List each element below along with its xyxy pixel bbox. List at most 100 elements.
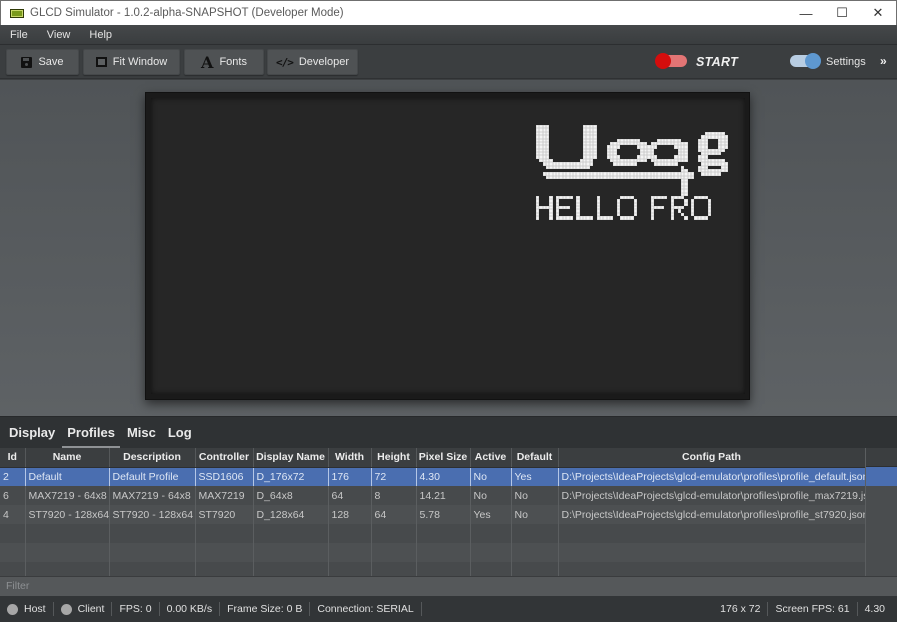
fit-window-button[interactable]: Fit Window bbox=[83, 49, 180, 75]
lcd-pixel bbox=[704, 216, 708, 220]
table-cell: 4 bbox=[0, 505, 26, 524]
settings-toggle[interactable] bbox=[790, 53, 821, 69]
table-cell bbox=[195, 524, 254, 543]
table-cell: No bbox=[470, 467, 512, 486]
column-header[interactable]: Description bbox=[109, 448, 196, 468]
developer-label: Developer bbox=[298, 56, 349, 68]
minimize-button[interactable]: — bbox=[788, 1, 824, 25]
display-area bbox=[0, 80, 897, 416]
table-cell: MAX7219 - 64x8 bbox=[109, 486, 196, 505]
resolution-status: 176 x 72 bbox=[713, 602, 769, 616]
column-header[interactable]: Display Name bbox=[253, 448, 329, 468]
lcd-pixel bbox=[674, 162, 678, 166]
lcd-pixel bbox=[650, 216, 654, 220]
column-header[interactable]: Config Path bbox=[558, 448, 866, 468]
lcd-pixel bbox=[707, 212, 712, 217]
bottom-tabs: Display Profiles Misc Log bbox=[0, 416, 897, 448]
close-button[interactable]: ✕ bbox=[860, 1, 896, 25]
column-header[interactable]: Name bbox=[25, 448, 110, 468]
save-icon bbox=[21, 56, 33, 68]
lcd-pixel bbox=[721, 148, 725, 152]
table-cell: No bbox=[511, 486, 559, 505]
lcd-pixel bbox=[670, 216, 675, 220]
column-header[interactable]: Height bbox=[371, 448, 417, 468]
lcd-pixel bbox=[586, 165, 590, 169]
table-row[interactable]: 6 MAX7219 - 64x8 MAX7219 - 64x8 MAX7219 D_64… bbox=[0, 486, 866, 505]
host-label: Host bbox=[24, 603, 46, 615]
screen-fps-status: Screen FPS: 61 bbox=[768, 602, 858, 616]
table-cell: No bbox=[511, 505, 559, 524]
filter-input[interactable]: Filter bbox=[0, 576, 897, 596]
tab-misc[interactable]: Misc bbox=[122, 425, 161, 448]
table-cell bbox=[253, 543, 329, 562]
table-cell bbox=[328, 524, 372, 543]
fonts-button[interactable]: A Fonts bbox=[184, 49, 264, 75]
table-cell bbox=[416, 524, 471, 543]
lcd-pixel bbox=[589, 216, 594, 220]
table-cell bbox=[558, 524, 866, 543]
table-row[interactable]: 4 ST7920 - 128x64 ST7920 - 128x64 ST7920 D_1… bbox=[0, 505, 866, 524]
table-cell: D_128x64 bbox=[253, 505, 329, 524]
lcd-pixel bbox=[549, 216, 553, 220]
empty-table-row bbox=[0, 562, 866, 576]
table-cell bbox=[470, 562, 512, 576]
empty-table-row bbox=[0, 524, 866, 543]
lcd-pixel bbox=[630, 216, 634, 220]
profiles-table-container: Id Name Description Controller Display Name W… bbox=[0, 448, 897, 576]
table-cell bbox=[195, 562, 254, 576]
tab-display[interactable]: Display bbox=[4, 425, 60, 448]
host-status: Host bbox=[0, 602, 54, 616]
table-cell bbox=[0, 524, 26, 543]
table-cell: 6 bbox=[0, 486, 26, 505]
table-cell: Default bbox=[25, 467, 110, 486]
column-header[interactable]: Controller bbox=[195, 448, 254, 468]
save-label: Save bbox=[38, 56, 64, 68]
status-bar: Host Client FPS: 0 0.00 KB/s Frame Size:… bbox=[0, 596, 897, 622]
column-header[interactable]: Active bbox=[470, 448, 512, 468]
table-row[interactable]: 2 Default Default Profile SSD1606 D_176x72 17… bbox=[0, 467, 866, 486]
tab-log[interactable]: Log bbox=[163, 425, 197, 448]
lcd-pixel bbox=[724, 145, 729, 149]
save-button[interactable]: Save bbox=[6, 49, 79, 75]
table-cell: D:\Projects\IdeaProjects\glcd-emulator\p… bbox=[558, 486, 866, 505]
developer-button[interactable]: </> Developer bbox=[267, 49, 358, 75]
lcd-pixel bbox=[691, 175, 695, 179]
start-toggle[interactable] bbox=[655, 53, 687, 69]
table-cell: D:\Projects\IdeaProjects\glcd-emulator\p… bbox=[558, 467, 866, 486]
table-cell: 14.21 bbox=[416, 486, 471, 505]
column-header[interactable]: Width bbox=[328, 448, 372, 468]
window-title: GLCD Simulator - 1.0.2-alpha-SNAPSHOT (D… bbox=[30, 7, 344, 19]
lcd-pixel bbox=[633, 162, 637, 166]
table-cell bbox=[371, 543, 417, 562]
client-status: Client bbox=[54, 602, 113, 616]
table-cell bbox=[416, 562, 471, 576]
pixel-size-status: 4.30 bbox=[864, 603, 885, 615]
code-icon: </> bbox=[275, 55, 294, 69]
filter-placeholder: Filter bbox=[6, 580, 30, 592]
column-header[interactable]: Default bbox=[511, 448, 559, 468]
lcd-frame bbox=[145, 92, 750, 400]
tab-profiles[interactable]: Profiles bbox=[62, 425, 120, 448]
maximize-button[interactable]: ☐ bbox=[824, 1, 860, 25]
table-cell: 4.30 bbox=[416, 467, 471, 486]
table-cell bbox=[25, 524, 110, 543]
chevron-double-right-icon[interactable]: » bbox=[880, 54, 887, 68]
table-cell: D_64x8 bbox=[253, 486, 329, 505]
table-cell: 72 bbox=[371, 467, 417, 486]
lcd-pixel bbox=[589, 162, 594, 166]
menu-bar: File View Help bbox=[0, 25, 897, 45]
column-header[interactable]: Pixel Size bbox=[416, 448, 471, 468]
lcd-pixel bbox=[680, 206, 685, 210]
table-cell bbox=[109, 562, 196, 576]
menu-file[interactable]: File bbox=[8, 29, 30, 41]
table-cell: MAX7219 bbox=[195, 486, 254, 505]
connection-status: Connection: SERIAL bbox=[310, 602, 422, 616]
column-header[interactable]: Id bbox=[0, 448, 26, 468]
menu-view[interactable]: View bbox=[45, 29, 73, 41]
table-cell: No bbox=[470, 486, 512, 505]
settings-label[interactable]: Settings bbox=[826, 56, 866, 68]
start-label[interactable]: START bbox=[696, 55, 738, 69]
table-cell bbox=[511, 543, 559, 562]
menu-help[interactable]: Help bbox=[87, 29, 114, 41]
table-cell bbox=[328, 562, 372, 576]
